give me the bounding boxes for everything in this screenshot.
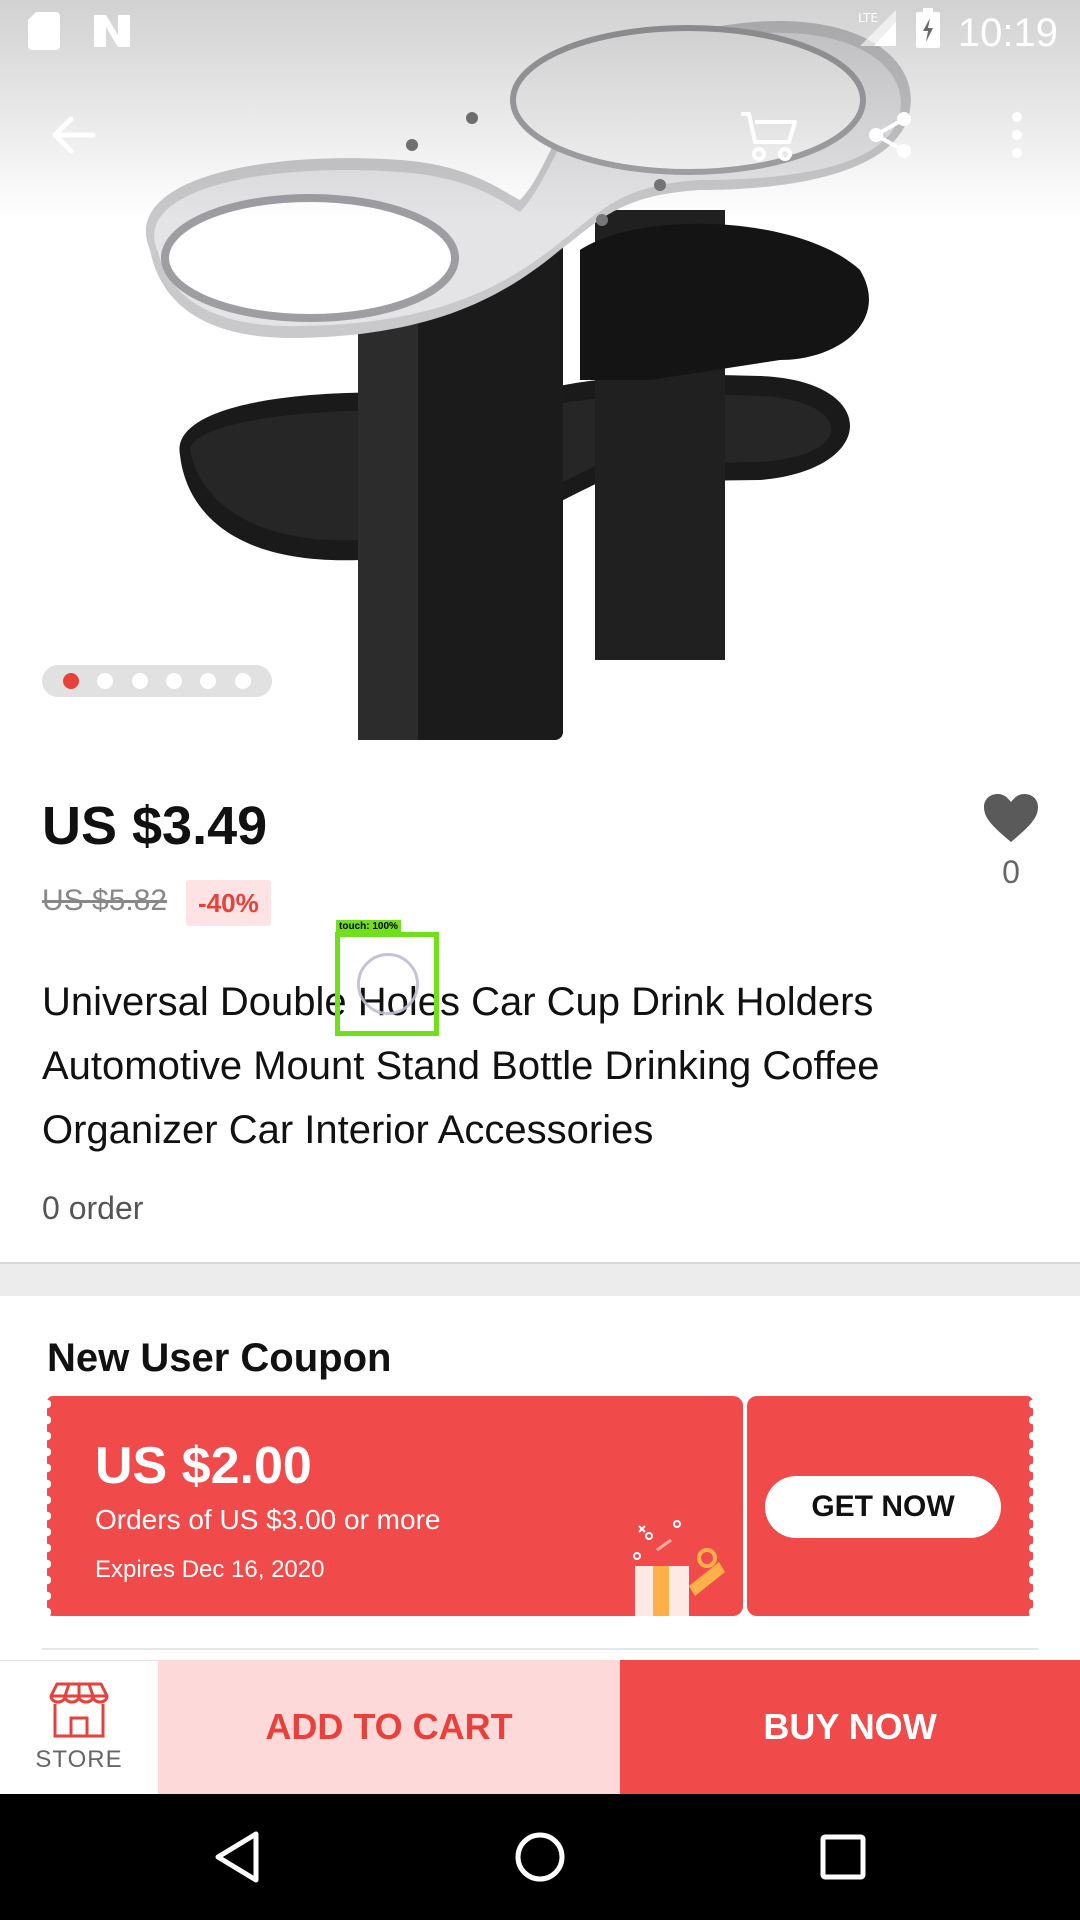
share-button[interactable]	[845, 90, 935, 180]
cart-icon	[741, 112, 797, 161]
gallery-pager	[42, 665, 272, 697]
add-to-cart-button[interactable]: ADD TO CART	[158, 1660, 620, 1794]
store-icon	[49, 1682, 109, 1737]
pager-dot[interactable]	[97, 673, 114, 689]
coupon-heading: New User Coupon	[47, 1336, 392, 1380]
sd-card-icon	[28, 12, 60, 60]
coupon-condition: Orders of US $3.00 or more	[95, 1504, 441, 1535]
wishlist-count: 0	[1002, 854, 1020, 890]
heart-icon	[984, 794, 1038, 842]
discount-badge: -40%	[186, 880, 271, 926]
original-price: US $5.82	[42, 884, 168, 917]
coupon-amount: US $2.00	[95, 1437, 312, 1495]
store-button[interactable]: STORE	[0, 1660, 158, 1794]
notification-n-icon	[92, 13, 132, 59]
section-divider	[0, 1262, 1080, 1296]
more-vert-icon	[1012, 112, 1022, 158]
battery-icon	[915, 8, 940, 58]
pager-dot[interactable]	[166, 673, 183, 689]
nav-recents-icon	[820, 1834, 866, 1880]
get-coupon-button[interactable]: GET NOW	[765, 1476, 1001, 1538]
nav-recents-button[interactable]	[806, 1820, 880, 1894]
coupon-edge-right	[1029, 1396, 1037, 1616]
cart-button[interactable]	[722, 90, 812, 180]
new-user-coupon[interactable]: US $2.00 Orders of US $3.00 or more Expi…	[43, 1396, 1037, 1616]
coupon-perforation	[744, 1406, 746, 1606]
nav-back-icon	[215, 1831, 259, 1883]
system-navigation-bar	[0, 1794, 1080, 1920]
status-time: 10:19	[957, 10, 1058, 55]
pager-dot[interactable]	[131, 673, 148, 689]
nav-home-button[interactable]	[503, 1820, 577, 1894]
coupon-expiry: Expires Dec 16, 2020	[95, 1556, 325, 1583]
store-label: STORE	[35, 1745, 123, 1773]
coupon-edge-left	[43, 1396, 51, 1616]
status-bar: LTE 10:19	[0, 0, 1080, 64]
product-price: US $3.49	[42, 796, 268, 856]
pager-dot[interactable]	[234, 673, 251, 689]
separator-line	[42, 1648, 1038, 1650]
product-title[interactable]: Universal Double Holes Car Cup Drink Hol…	[42, 970, 1042, 1162]
nav-home-icon	[515, 1832, 565, 1882]
gift-box-icon	[633, 1520, 725, 1616]
bottom-action-bar: STORE ADD TO CART BUY NOW	[0, 1660, 1080, 1794]
buy-now-button[interactable]: BUY NOW	[620, 1660, 1080, 1794]
product-detail-screen: LTE 10:19 US $3.49 US $5.82 -40% 0 Unive…	[0, 0, 1080, 1920]
nav-back-button[interactable]	[200, 1820, 274, 1894]
back-button[interactable]	[28, 90, 118, 180]
touch-point-indicator	[357, 953, 419, 1015]
back-arrow-icon	[52, 116, 96, 154]
product-image-gallery[interactable]: LTE 10:19	[0, 0, 1080, 740]
more-options-button[interactable]	[972, 90, 1062, 180]
svg-text:LTE: LTE	[858, 11, 878, 25]
pager-dot[interactable]	[200, 673, 217, 689]
order-count: 0 order	[42, 1190, 144, 1226]
share-icon	[869, 112, 911, 158]
lte-signal-icon: LTE	[856, 8, 898, 58]
wishlist-button[interactable]: 0	[975, 792, 1047, 912]
pager-dot-active[interactable]	[63, 673, 80, 689]
